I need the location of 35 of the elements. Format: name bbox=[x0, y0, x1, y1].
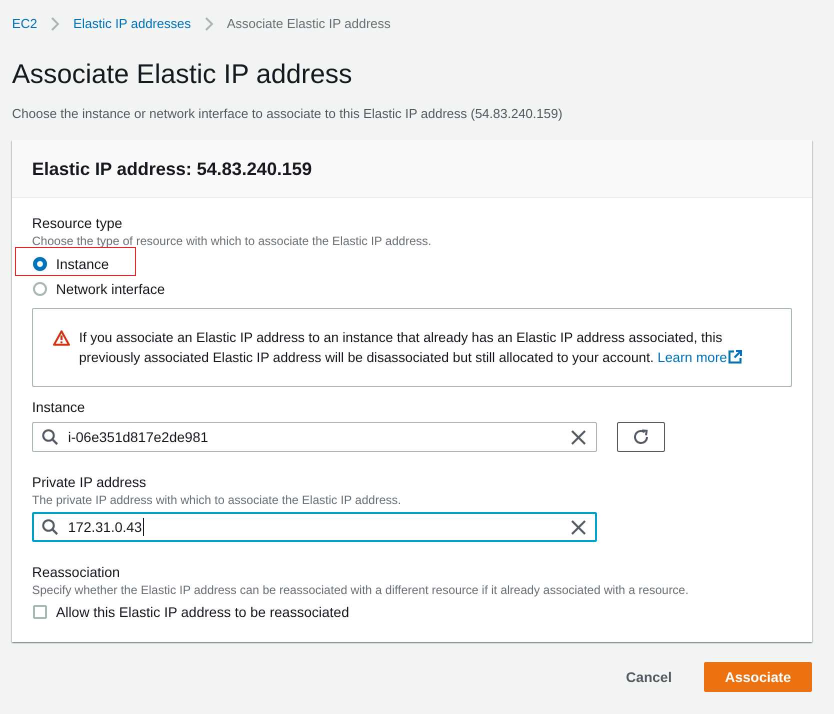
learn-more-link[interactable]: Learn more bbox=[658, 350, 742, 365]
radio-label[interactable]: Network interface bbox=[56, 280, 165, 296]
breadcrumb-current: Associate Elastic IP address bbox=[226, 15, 391, 33]
search-field[interactable]: 172.31.0.43 bbox=[32, 512, 597, 542]
breadcrumb-link[interactable]: Elastic IP addresses bbox=[73, 14, 191, 34]
checkbox-label[interactable]: Allow this Elastic IP address to be reassociated bbox=[56, 604, 350, 620]
field-label: Resource type bbox=[32, 214, 124, 233]
cancel-button[interactable]: Cancel bbox=[604, 662, 693, 692]
field-label: Reassociation bbox=[32, 563, 121, 582]
clear-icon[interactable] bbox=[571, 520, 586, 534]
field-description: Choose the type of resource with which to associate the Elastic IP address. bbox=[32, 233, 432, 249]
text-cursor bbox=[142, 518, 144, 536]
page-description: Choose the instance or network interface to associate to this Elastic IP address (54.83.240.159) bbox=[12, 105, 564, 123]
field-description: Specify whether the Elastic IP address can be reassociated with a different resource if it already associated with a resource. bbox=[32, 582, 690, 598]
search-icon bbox=[42, 519, 58, 535]
panel-title: Elastic IP address: 54.83.240.159 bbox=[32, 158, 313, 180]
warning-icon bbox=[53, 330, 70, 346]
breadcrumb-link[interactable]: EC2 bbox=[12, 14, 38, 34]
refresh-button[interactable] bbox=[617, 422, 665, 452]
refresh-icon bbox=[632, 428, 650, 446]
search-field[interactable]: i-06e351d817e2de981 bbox=[32, 422, 597, 452]
clear-icon[interactable] bbox=[571, 430, 586, 444]
field-label: Private IP address bbox=[32, 473, 148, 492]
chevron-right-icon bbox=[51, 17, 60, 31]
alert-message: If you associate an Elastic IP address to an instance that already has an Elastic IP address associated, this previously associated Elastic IP address will be disassociated but still allocated to your account. Learn more bbox=[79, 328, 771, 368]
chevron-right-icon bbox=[204, 17, 213, 31]
field-description: The private IP address with which to associate the Elastic IP address. bbox=[32, 492, 402, 508]
field-label: Instance bbox=[32, 398, 86, 417]
page-title: Associate Elastic IP address bbox=[12, 58, 354, 91]
checkbox[interactable] bbox=[33, 605, 47, 619]
radio-button[interactable] bbox=[33, 282, 47, 296]
search-icon bbox=[42, 429, 58, 445]
external-link-icon bbox=[728, 350, 742, 364]
radio-button[interactable] bbox=[33, 256, 47, 270]
radio-label[interactable]: Instance bbox=[56, 256, 109, 272]
